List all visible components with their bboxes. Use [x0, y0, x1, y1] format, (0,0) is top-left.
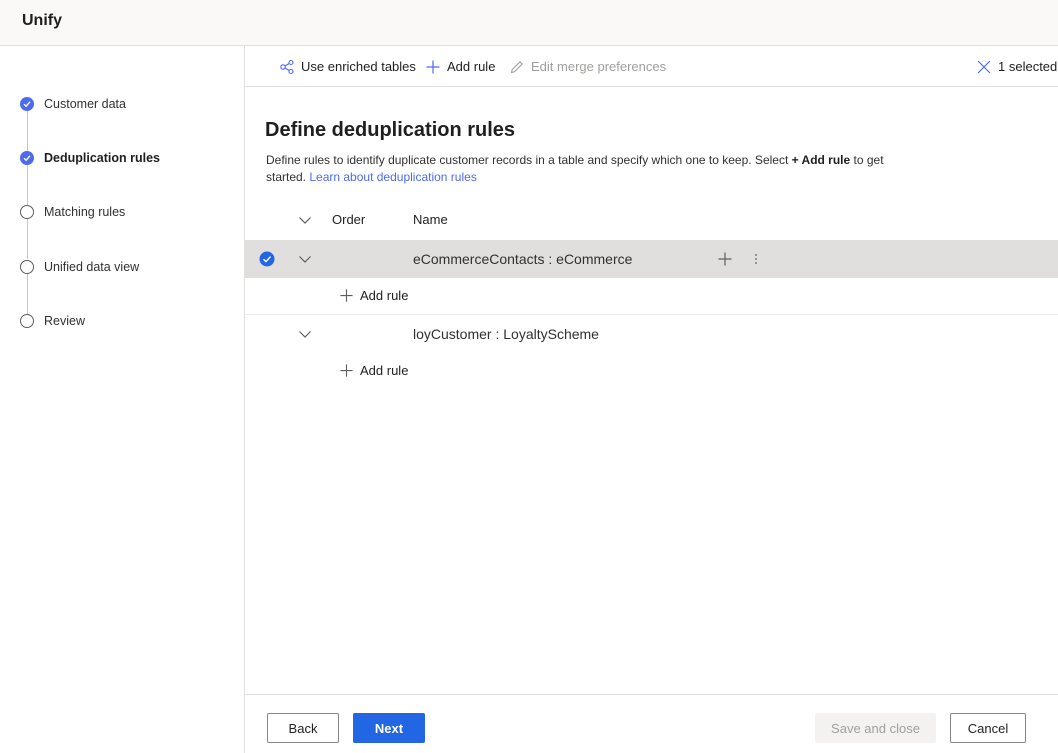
step-connector: [27, 274, 28, 314]
step-label: Customer data: [44, 97, 126, 111]
edit-merge-preferences-button[interactable]: Edit merge preferences: [509, 46, 666, 87]
page-description: Define rules to identify duplicate custo…: [266, 152, 906, 186]
group-name: eCommerceContacts : eCommerce: [413, 251, 633, 267]
column-header-order[interactable]: Order: [332, 212, 365, 227]
pencil-icon: [510, 60, 523, 73]
add-rule-label: Add rule: [360, 363, 409, 378]
plus-icon: [340, 364, 353, 377]
description-bold: + Add rule: [791, 153, 851, 167]
edit-merge-preferences-label: Edit merge preferences: [531, 59, 667, 74]
empty-circle-icon: [20, 205, 34, 219]
chevron-down-icon[interactable]: [298, 253, 312, 265]
add-rule-row-button[interactable]: Add rule: [339, 288, 408, 303]
use-enriched-tables-button[interactable]: Use enriched tables: [279, 46, 416, 87]
plus-icon: [340, 289, 353, 302]
step-label: Review: [44, 314, 85, 328]
selected-check-icon[interactable]: [259, 251, 275, 267]
add-rule-label: Add rule: [360, 288, 409, 303]
app-title: Unify: [22, 12, 62, 29]
step-label: Deduplication rules: [44, 151, 160, 165]
add-rule-label: Add rule: [447, 59, 496, 74]
check-circle-icon: [20, 97, 34, 111]
top-bar: Unify: [0, 0, 1058, 46]
step-review[interactable]: Review: [20, 311, 85, 331]
step-unified-data-view[interactable]: Unified data view: [20, 257, 139, 277]
clear-selection-button[interactable]: 1 selected: [976, 46, 1057, 87]
more-options-icon[interactable]: [751, 251, 761, 267]
close-icon: [977, 60, 991, 73]
group-name: loyCustomer : LoyaltyScheme: [413, 326, 599, 342]
save-and-close-button[interactable]: Save and close: [815, 713, 936, 743]
selected-count: 1 selected: [998, 59, 1058, 74]
share-nodes-icon: [280, 59, 294, 74]
learn-more-link[interactable]: Learn about deduplication rules: [309, 170, 476, 184]
step-customer-data[interactable]: Customer data: [20, 94, 126, 114]
row-divider: [245, 314, 1058, 315]
step-label: Matching rules: [44, 205, 126, 219]
collapse-all-chevron-icon[interactable]: [298, 214, 312, 226]
description-text: Define rules to identify duplicate custo…: [266, 153, 792, 167]
add-rule-row-button[interactable]: Add rule: [339, 363, 408, 378]
step-matching-rules[interactable]: Matching rules: [20, 202, 125, 222]
step-connector: [27, 219, 28, 259]
empty-circle-icon: [20, 260, 34, 274]
back-button[interactable]: Back: [267, 713, 339, 743]
chevron-down-icon[interactable]: [298, 328, 312, 340]
step-connector: [27, 165, 28, 205]
next-button[interactable]: Next: [353, 713, 425, 743]
step-label: Unified data view: [44, 260, 140, 274]
cancel-button[interactable]: Cancel: [950, 713, 1026, 743]
plus-icon: [426, 60, 440, 73]
use-enriched-tables-label: Use enriched tables: [301, 59, 416, 74]
table-row-selected[interactable]: [245, 240, 1058, 278]
step-connector: [27, 111, 28, 151]
empty-circle-icon: [20, 314, 34, 328]
column-header-name[interactable]: Name: [413, 212, 448, 227]
step-deduplication-rules[interactable]: Deduplication rules: [20, 148, 160, 168]
page-title: Define deduplication rules: [265, 119, 516, 141]
check-circle-icon: [20, 151, 34, 165]
plus-icon[interactable]: [717, 251, 733, 267]
add-rule-button[interactable]: Add rule: [425, 46, 495, 87]
